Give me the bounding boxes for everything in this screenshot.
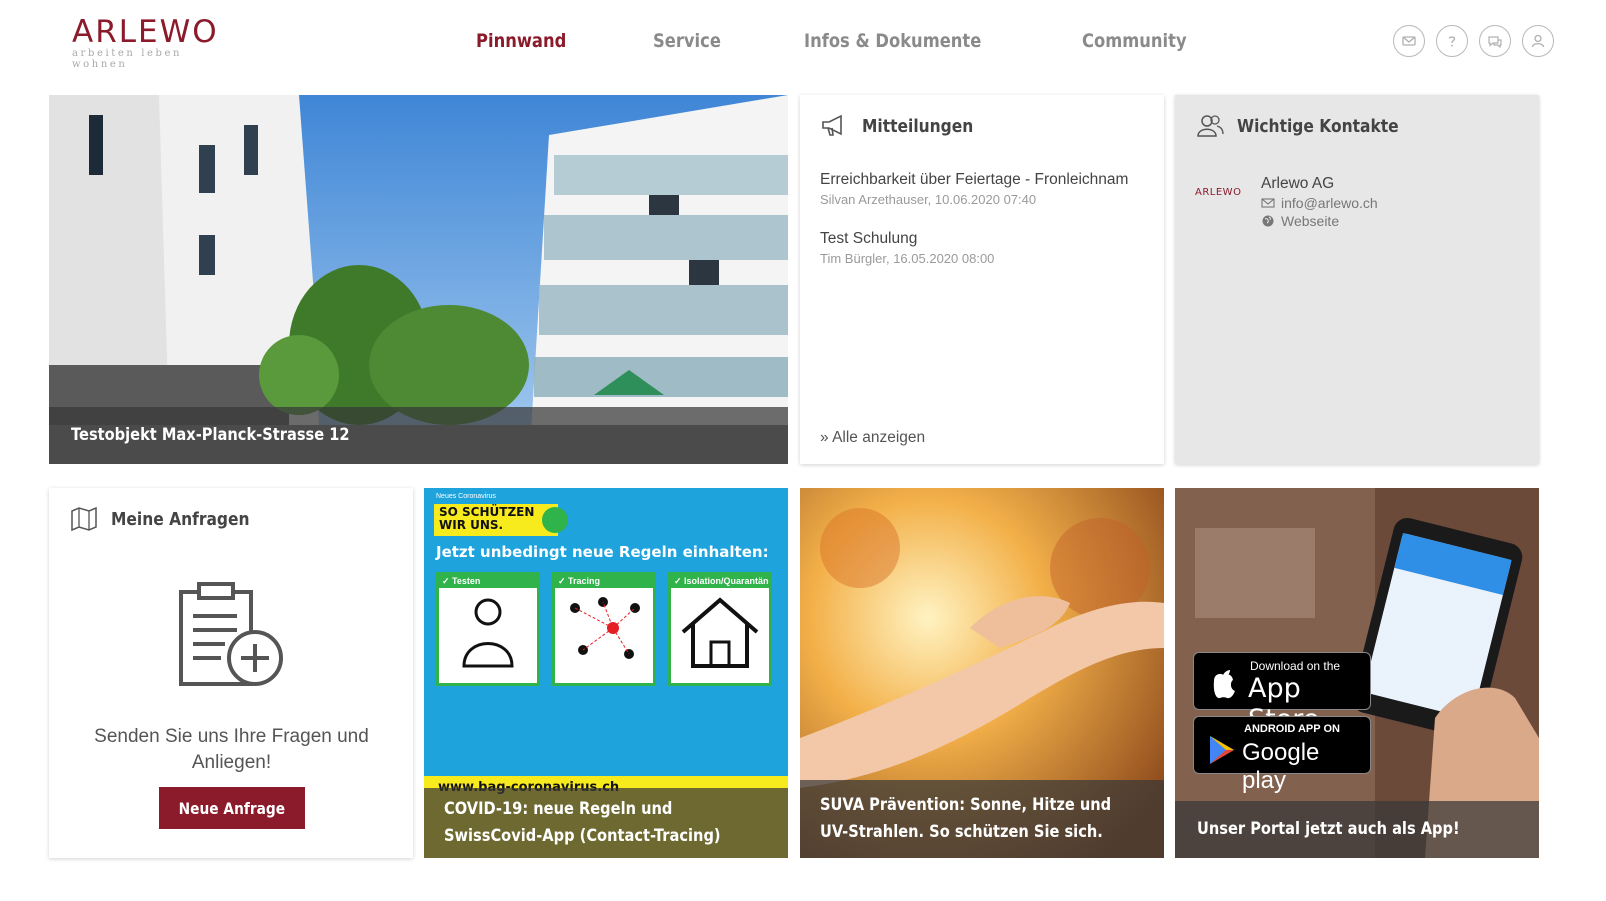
hero-caption: Testobjekt Max-Planck-Strasse 12	[71, 425, 350, 445]
kontakte-card: Wichtige Kontakte ARLEWO Arlewo AG info@…	[1175, 95, 1539, 464]
message-meta: Tim Bürgler, 16.05.2020 08:00	[820, 251, 995, 266]
message-meta: Silvan Arzethauser, 10.06.2020 07:40	[820, 192, 1037, 207]
contact-website-link[interactable]: Webseite	[1261, 213, 1378, 229]
house-icon	[681, 597, 759, 668]
contact-logo: ARLEWO	[1195, 187, 1242, 198]
mitteilungen-title: Mitteilungen	[862, 115, 974, 137]
contact-website: Webseite	[1281, 213, 1340, 229]
help-icon[interactable]	[1436, 25, 1468, 57]
new-request-button[interactable]: Neue Anfrage	[159, 787, 305, 829]
covid-news-tile[interactable]: Neues Coronavirus SO SCHÜTZEN WIR UNS. J…	[424, 488, 788, 858]
google-play-icon	[1210, 736, 1234, 764]
mitteilungen-header: Mitteilungen	[820, 112, 991, 140]
logo-tagline: arbeiten leben wohnen	[72, 48, 183, 70]
nav-pinnwand[interactable]: Pinnwand	[476, 26, 566, 58]
show-all-link[interactable]: » Alle anzeigen	[820, 429, 925, 447]
covid-panel-isolation: ✓ Isolation/Quarantäne	[668, 572, 772, 686]
contact-tracing-icon	[570, 597, 640, 659]
contact-email: info@arlewo.ch	[1281, 195, 1378, 211]
main-nav: Pinnwand Service Infos & Dokumente Commu…	[476, 26, 1276, 58]
mitteilungen-card: Mitteilungen Erreichbarkeit über Feierta…	[800, 95, 1164, 464]
nav-community[interactable]: Community	[1082, 26, 1187, 58]
panel-label: ✓ Isolation/Quarantäne	[671, 575, 769, 588]
anfragen-card: Meine Anfragen Senden Sie uns Ihre Frage…	[49, 488, 413, 858]
gplay-small-text: ANDROID APP ON	[1244, 723, 1340, 735]
covid-badge-line2: WIR UNS.	[439, 518, 504, 532]
covid-panel-tracing: ✓ Tracing	[552, 572, 656, 686]
apple-icon	[1213, 670, 1235, 699]
nav-infos-dokumente[interactable]: Infos & Dokumente	[804, 26, 981, 58]
anfragen-title: Meine Anfragen	[111, 508, 250, 530]
anfragen-header: Meine Anfragen	[69, 505, 272, 533]
header-icon-group	[1393, 25, 1554, 57]
contact-email-link[interactable]: info@arlewo.ch	[1261, 195, 1378, 211]
contact-entry: ARLEWO Arlewo AG info@arlewo.ch Webseite	[1195, 175, 1378, 229]
anfragen-text: Senden Sie uns Ihre Fragen und Anliegen!	[94, 726, 369, 773]
logo-wordmark: ARLEWO	[72, 14, 219, 50]
globe-icon	[1262, 215, 1274, 227]
google-play-badge[interactable]: ANDROID APP ON Google play	[1193, 716, 1371, 794]
new-request-label: Neue Anfrage	[178, 798, 286, 818]
kontakte-title: Wichtige Kontakte	[1237, 115, 1399, 137]
app-caption: Unser Portal jetzt auch als App!	[1197, 819, 1460, 839]
covid-caption: COVID-19: neue Regeln und SwissCovid-App…	[444, 799, 721, 846]
chat-icon[interactable]	[1479, 25, 1511, 57]
envelope-icon	[1261, 198, 1275, 208]
app-store-badge[interactable]: Download on the App Store	[1193, 652, 1371, 735]
top-header: ARLEWO arbeiten leben wohnen Pinnwand Se…	[0, 0, 1606, 88]
hero-property-tile[interactable]: Testobjekt Max-Planck-Strasse 12	[49, 95, 788, 464]
app-promo-tile[interactable]: Download on the App Store ANDROID APP ON…	[1175, 488, 1539, 858]
covid-badge: SO SCHÜTZEN WIR UNS.	[434, 504, 568, 536]
gplay-big-text: Google play	[1242, 739, 1320, 794]
covid-headline: Jetzt unbedingt neue Regeln einhalten:	[436, 543, 769, 561]
map-book-icon	[71, 506, 97, 532]
megaphone-icon	[822, 114, 842, 136]
suva-caption: SUVA Prävention: Sonne, Hitze und UV-Str…	[820, 795, 1112, 842]
user-icon[interactable]	[1522, 25, 1554, 57]
kontakte-header: Wichtige Kontakte	[1195, 112, 1425, 140]
clipboard-add-icon	[179, 582, 283, 686]
covid-caption-bar: COVID-19: neue Regeln und SwissCovid-App…	[424, 788, 788, 858]
appstore-small-text: Download on the	[1250, 659, 1341, 673]
message-item[interactable]: Erreichbarkeit über Feiertage - Fronleic…	[820, 171, 1150, 207]
hero-caption-bar: Testobjekt Max-Planck-Strasse 12	[49, 407, 788, 464]
suva-caption-bar: SUVA Prävention: Sonne, Hitze und UV-Str…	[800, 780, 1164, 858]
panel-label: ✓ Tracing	[555, 575, 653, 588]
arlewo-logo[interactable]: ARLEWO arbeiten leben wohnen	[72, 14, 242, 70]
contact-name: Arlewo AG	[1261, 175, 1335, 192]
nav-service[interactable]: Service	[653, 26, 721, 58]
covid-panels: ✓ Testen ✓ Tracing ✓ Isolation/Quarantän…	[436, 572, 782, 686]
app-caption-bar: Unser Portal jetzt auch als App!	[1175, 801, 1539, 858]
contacts-icon	[1197, 115, 1224, 137]
suva-news-tile[interactable]: SUVA Prävention: Sonne, Hitze und UV-Str…	[800, 488, 1164, 858]
doctor-icon	[462, 598, 514, 668]
message-title[interactable]: Test Schulung	[820, 230, 1150, 248]
panel-label: ✓ Testen	[439, 575, 537, 588]
message-item[interactable]: Test Schulung Tim Bürgler, 16.05.2020 08…	[820, 230, 1150, 266]
covid-check-icon	[542, 507, 568, 533]
covid-panel-testen: ✓ Testen	[436, 572, 540, 686]
mail-icon[interactable]	[1393, 25, 1425, 57]
covid-kicker: Neues Coronavirus	[436, 493, 496, 500]
message-title[interactable]: Erreichbarkeit über Feiertage - Fronleic…	[820, 171, 1150, 189]
